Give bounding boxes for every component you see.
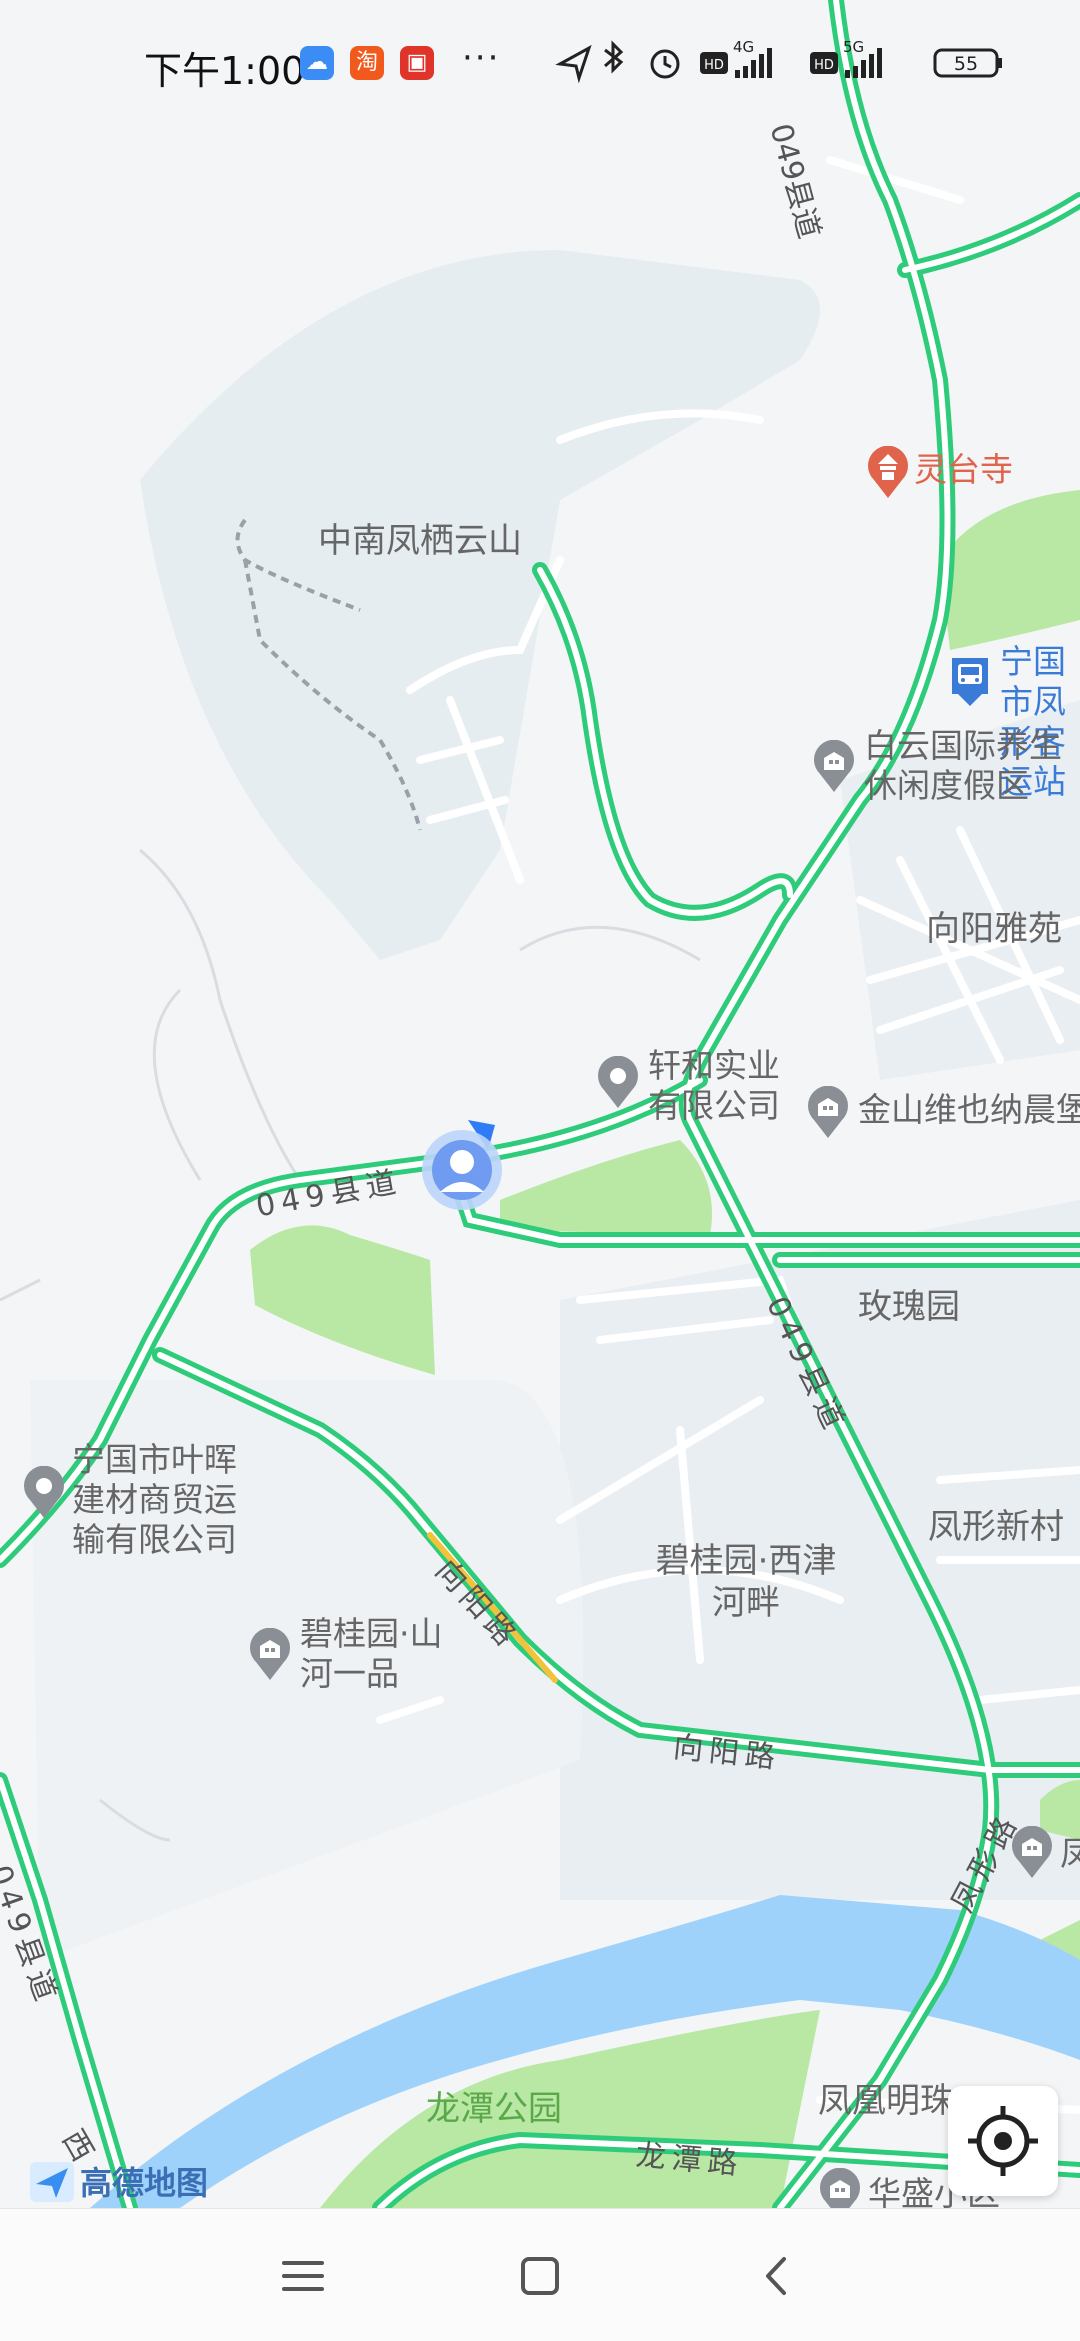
building-icon (250, 1628, 290, 1680)
poi-label: 宁国市叶晖建材商贸运输有限公司 (72, 1440, 237, 1559)
poi-label: 凤 (1060, 1834, 1080, 1873)
system-nav-bar (0, 2208, 1080, 2341)
back-icon[interactable] (742, 2241, 812, 2311)
poi-label: 白云国际养生休闲度假区 (864, 726, 1062, 805)
place-label-fenghuang[interactable]: 凤凰明珠 (818, 2080, 954, 2122)
amap-brand-text: 高德地图 (80, 2164, 209, 2202)
poi-label: 灵台寺 (914, 450, 1013, 489)
network-type-1: 4G (733, 40, 754, 56)
place-label-zhongnan[interactable]: 中南凤栖云山 (318, 520, 522, 562)
more-notifications-icon: ··· (462, 38, 501, 78)
place-label-fengxing-xincun[interactable]: 凤形新村 (928, 1506, 1064, 1548)
building-icon (814, 740, 854, 792)
home-icon[interactable] (505, 2241, 575, 2311)
locate-me-button[interactable]: 定位 (948, 2086, 1058, 2196)
poi-label: 轩和实业有限公司 (648, 1046, 780, 1125)
place-label-biguiyuan-xijin[interactable]: 碧桂园·西津河畔 (646, 1540, 846, 1624)
bluetooth-icon (604, 40, 624, 74)
poi-label: 碧桂园·山河一品 (300, 1614, 443, 1693)
hd-text-1: HD (704, 58, 724, 73)
amap-logo-icon (30, 2162, 74, 2202)
menu-icon[interactable] (268, 2241, 338, 2311)
status-bar: 下午1:00 ☁ 淘 ▣ ··· HD 4G HD 5G 55 (0, 0, 1080, 130)
taobao-app-icon: 淘 (350, 46, 384, 80)
status-time: 下午1:00 (144, 49, 306, 93)
poi-label: 金山维也纳晨堡 (858, 1090, 1080, 1129)
place-label-xiangyang-yayuan[interactable]: 向阳雅苑 (926, 908, 1062, 950)
hd-text-2: HD (814, 58, 834, 73)
temple-icon (868, 446, 908, 498)
bus-station-icon (952, 658, 988, 706)
shop-app-icon: ▣ (400, 46, 434, 80)
location-pin-icon (598, 1056, 638, 1108)
road-label-longtan: 龙潭路 (634, 2137, 745, 2183)
place-label-meigui[interactable]: 玫瑰园 (858, 1286, 960, 1328)
crosshair-icon (968, 2106, 1038, 2176)
network-type-2: 5G (843, 40, 864, 56)
location-pin-icon (24, 1466, 64, 1518)
weather-app-icon: ☁ (300, 46, 334, 80)
building-icon (808, 1086, 848, 1138)
status-icons: HD 4G HD 5G 55 (555, 40, 1002, 84)
location-arrow-icon (555, 44, 592, 84)
park-label-longtan[interactable]: 龙潭公园 (426, 2088, 562, 2130)
battery-level: 55 (954, 53, 978, 75)
